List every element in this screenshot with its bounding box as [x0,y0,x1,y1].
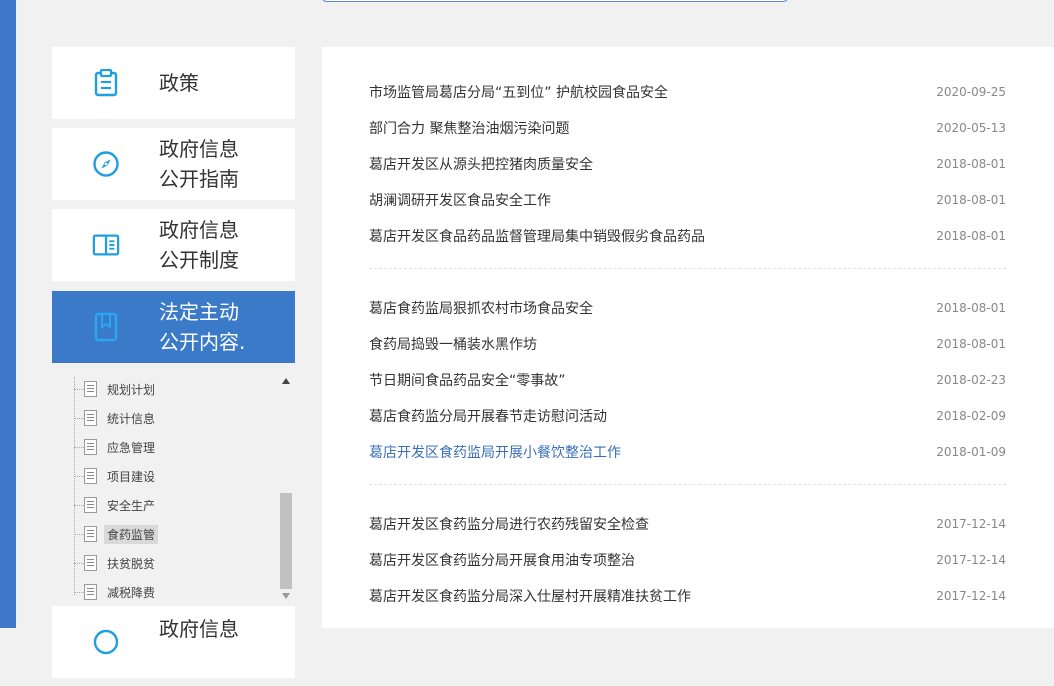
news-row[interactable]: 葛店开发区食品药品监督管理局集中销毁假劣食品药品 2018-08-01 [369,218,1006,254]
news-date: 2018-01-09 [936,445,1006,459]
tree-item-label: 项目建设 [107,469,156,484]
news-title-link[interactable]: 市场监管局葛店分局“五到位” 护航校园食品安全 [369,82,668,102]
tree-item-tax[interactable]: 减税降费 [74,582,158,602]
news-row[interactable]: 葛店食药监局狠抓农村市场食品安全 2018-08-01 [369,290,1006,326]
news-row[interactable]: 市场监管局葛店分局“五到位” 护航校园食品安全 2020-09-25 [369,74,1006,110]
news-row[interactable]: 葛店食药监分局开展春节走访慰问活动 2018-02-09 [369,398,1006,434]
tree-item-projects[interactable]: 项目建设 [74,466,158,486]
tree-branch [74,533,84,535]
nav-item-policy[interactable]: 政策 [52,47,295,119]
news-row[interactable]: 葛店开发区从源头把控猪肉质量安全 2018-08-01 [369,146,1006,182]
tree-branch [74,417,84,419]
nav-item-statutory-content[interactable]: 法定主动 公开内容. [52,291,295,363]
news-date: 2018-08-01 [936,301,1006,315]
document-icon [84,381,97,397]
news-date: 2018-08-01 [936,193,1006,207]
group-divider [369,268,1006,269]
news-date: 2017-12-14 [936,589,1006,603]
tree-branch [74,388,84,390]
tree-item-label: 安全生产 [107,498,156,513]
news-row[interactable]: 节日期间食品药品安全“零事故” 2018-02-23 [369,362,1006,398]
tree-item-label: 减税降费 [107,585,156,600]
tree-item-planning[interactable]: 规划计划 [74,379,158,399]
book-open-icon [92,231,120,259]
nav-item-label: 政府信息 公开指南 [159,137,239,191]
document-icon [84,526,97,542]
news-title-link[interactable]: 葛店开发区食品药品监督管理局集中销毁假劣食品药品 [369,226,705,246]
tree-branch [74,446,84,448]
category-tree: 规划计划 统计信息 应急管理 项目建设 安全生产 食药监管 扶贫脱贫 减税降费 [52,371,295,604]
tree-item-label: 统计信息 [107,411,156,426]
news-title-link[interactable]: 葛店开发区食药监分局进行农药残留安全检查 [369,514,649,534]
news-row[interactable]: 胡澜调研开发区食品安全工作 2018-08-01 [369,182,1006,218]
news-title-link[interactable]: 葛店食药监局狠抓农村市场食品安全 [369,298,593,318]
news-date: 2018-02-09 [936,409,1006,423]
news-row[interactable]: 葛店开发区食药监局开展小餐饮整治工作 2018-01-09 [369,434,1006,470]
scroll-thumb[interactable] [280,493,292,589]
nav-item-label: 法定主动 公开内容. [159,300,246,354]
tree-item-food-drug[interactable]: 食药监管 [74,524,159,544]
scroll-down-arrow-icon[interactable] [282,593,290,599]
document-icon [84,584,97,600]
news-row[interactable]: 部门合力 聚焦整治油烟污染问题 2020-05-13 [369,110,1006,146]
info-icon [92,628,120,656]
tree-item-label: 扶贫脱贫 [107,556,156,571]
clipboard-icon [92,69,120,97]
news-row[interactable]: 葛店开发区食药监分局开展食用油专项整治 2017-12-14 [369,542,1006,578]
news-date: 2018-02-23 [936,373,1006,387]
tree-item-poverty[interactable]: 扶贫脱贫 [74,553,158,573]
news-title-link[interactable]: 胡澜调研开发区食品安全工作 [369,190,551,210]
news-title-link[interactable]: 葛店开发区从源头把控猪肉质量安全 [369,154,593,174]
nav-item-label: 政策 [159,71,199,95]
scroll-up-arrow-icon[interactable] [282,378,290,384]
tree-scrollbar[interactable] [279,371,295,604]
group-divider [369,484,1006,485]
tree-branch [74,562,84,564]
tree-item-label: 应急管理 [107,440,156,455]
tree-item-label: 食药监管 [104,524,159,544]
tree-branch [74,504,84,506]
tree-branch [74,475,84,477]
compass-icon [92,150,120,178]
news-title-link[interactable]: 葛店开发区食药监分局深入仕屋村开展精准扶贫工作 [369,586,691,606]
news-date: 2017-12-14 [936,517,1006,531]
nav-item-disclosure-system[interactable]: 政府信息 公开制度 [52,209,295,281]
document-icon [84,555,97,571]
news-row[interactable]: 食药局捣毁一桶装水黑作坊 2018-08-01 [369,326,1006,362]
news-date: 2017-12-14 [936,553,1006,567]
tree-item-label: 规划计划 [107,382,156,397]
document-icon [84,497,97,513]
bookmark-book-icon [92,312,120,342]
news-date: 2018-08-01 [936,229,1006,243]
document-icon [84,439,97,455]
search-box-edge[interactable] [321,0,789,2]
left-edge-stripe [0,0,16,628]
news-title-link[interactable]: 葛店开发区食药监分局开展食用油专项整治 [369,550,635,570]
nav-item-disclosure-guide[interactable]: 政府信息 公开指南 [52,128,295,200]
news-title-link[interactable]: 节日期间食品药品安全“零事故” [369,370,566,390]
tree-item-safety[interactable]: 安全生产 [74,495,158,515]
news-list-panel: 市场监管局葛店分局“五到位” 护航校园食品安全 2020-09-25 部门合力 … [322,47,1054,628]
nav-item-label: 政府信息 公开制度 [159,218,239,272]
nav-item-government-info[interactable]: 政府信息 [52,606,295,678]
news-title-link[interactable]: 部门合力 聚焦整治油烟污染问题 [369,118,569,138]
news-title-link[interactable]: 食药局捣毁一桶装水黑作坊 [369,334,537,354]
news-date: 2018-08-01 [936,337,1006,351]
news-row[interactable]: 葛店开发区食药监分局进行农药残留安全检查 2017-12-14 [369,506,1006,542]
news-date: 2020-09-25 [936,85,1006,99]
nav-item-label: 政府信息 [159,617,239,641]
document-icon [84,410,97,426]
news-row[interactable]: 葛店开发区食药监分局深入仕屋村开展精准扶贫工作 2017-12-14 [369,578,1006,614]
news-date: 2020-05-13 [936,121,1006,135]
tree-item-statistics[interactable]: 统计信息 [74,408,158,428]
news-title-link[interactable]: 葛店开发区食药监局开展小餐饮整治工作 [369,442,621,462]
news-date: 2018-08-01 [936,157,1006,171]
tree-item-emergency[interactable]: 应急管理 [74,437,158,457]
tree-branch [74,591,84,593]
news-title-link[interactable]: 葛店食药监分局开展春节走访慰问活动 [369,406,607,426]
document-icon [84,468,97,484]
